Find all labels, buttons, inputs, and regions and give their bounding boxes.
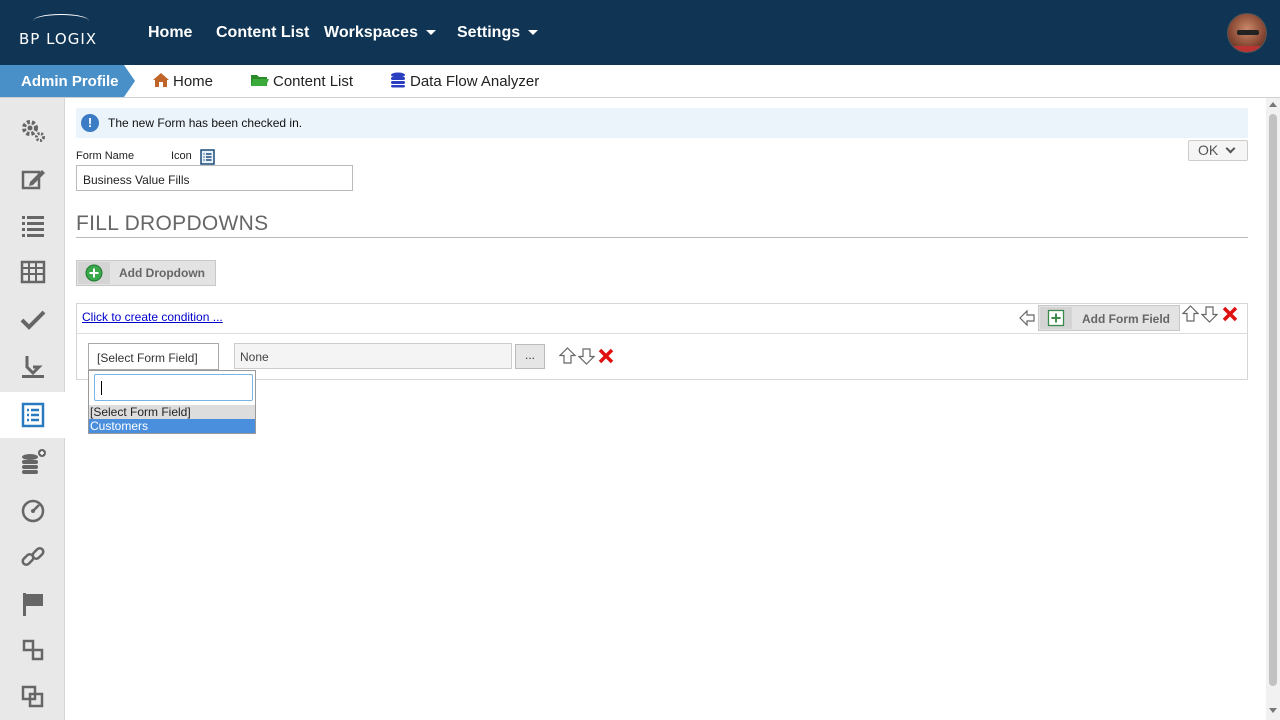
- value-field: None: [234, 343, 512, 369]
- nav-content-list[interactable]: Content List: [216, 24, 309, 42]
- chevron-down-icon: [1225, 143, 1236, 154]
- gears-icon: [21, 120, 45, 142]
- section-title: FILL DROPDOWNS: [76, 212, 269, 235]
- scrollbar-thumb[interactable]: [1269, 114, 1277, 686]
- vertical-scrollbar[interactable]: [1266, 98, 1280, 720]
- form-name-label: Form Name: [76, 150, 135, 162]
- sidebar-item-hierarchy[interactable]: [0, 627, 65, 673]
- sidebar-item-inbox[interactable]: [0, 344, 65, 390]
- sidebar-item-data-sources[interactable]: [0, 439, 65, 485]
- info-exclamation-icon: !: [81, 114, 99, 132]
- breadcrumb-bar: Admin Profile Home Content List Data Flo…: [0, 65, 1280, 98]
- plus-circle-icon: [78, 262, 110, 284]
- caret-down-icon: [528, 30, 539, 36]
- panel-divider: [77, 333, 1247, 334]
- admin-profile-tab[interactable]: Admin Profile: [0, 65, 135, 97]
- logo-text: BP LOGIX: [19, 30, 98, 48]
- bp-logix-logo[interactable]: BP LOGIX: [19, 14, 98, 48]
- breadcrumb-content-list[interactable]: Content List: [250, 72, 353, 90]
- dashboard-icon: [21, 499, 44, 523]
- create-condition-link[interactable]: Click to create condition ...: [82, 310, 223, 324]
- nav-home[interactable]: Home: [148, 24, 192, 42]
- form-name-input[interactable]: Business Value Fills: [76, 165, 353, 191]
- add-form-field-button[interactable]: Add Form Field: [1038, 305, 1180, 331]
- dropdown-search-input[interactable]: [94, 374, 253, 401]
- form-icon: [21, 402, 45, 428]
- dropdown-option[interactable]: Customers: [89, 419, 255, 433]
- copy-icon: [21, 685, 43, 708]
- sidebar-item-dashboard[interactable]: [0, 487, 65, 533]
- arrow-up-icon[interactable]: [559, 347, 576, 365]
- section-divider: [76, 237, 1248, 238]
- database-add-icon: [21, 449, 46, 474]
- sidebar-item-settings[interactable]: [0, 108, 65, 154]
- folder-icon: [251, 75, 269, 86]
- nav-settings-label: Settings: [457, 24, 521, 41]
- select-form-field[interactable]: [Select Form Field]: [88, 343, 219, 370]
- sidebar-item-table[interactable]: [0, 249, 65, 295]
- browse-button[interactable]: ...: [515, 344, 545, 369]
- sidebar-item-edit[interactable]: [0, 156, 65, 202]
- alert-message: The new Form has been checked in.: [108, 116, 303, 130]
- top-navigation-bar: BP LOGIX Home Content List Workspaces Se…: [0, 0, 1280, 65]
- add-dropdown-label: Add Dropdown: [119, 266, 205, 280]
- arrow-left-icon[interactable]: [1018, 309, 1036, 327]
- nav-settings[interactable]: Settings: [457, 24, 539, 42]
- plus-box-icon: [1040, 307, 1072, 329]
- flag-icon: [22, 593, 43, 616]
- breadcrumb-data-flow-analyzer-label: Data Flow Analyzer: [410, 73, 540, 90]
- breadcrumb-home[interactable]: Home: [152, 72, 213, 90]
- add-dropdown-button[interactable]: Add Dropdown: [76, 260, 216, 286]
- sidebar-item-flags[interactable]: [0, 581, 65, 627]
- scroll-up-arrow-icon[interactable]: [1269, 102, 1277, 107]
- download-tray-icon: [21, 356, 44, 378]
- breadcrumb-content-list-label: Content List: [273, 73, 354, 90]
- checkmark-icon: [20, 310, 45, 330]
- add-form-field-label: Add Form Field: [1082, 312, 1170, 326]
- arrow-up-icon[interactable]: [1182, 305, 1199, 323]
- list-icon: [21, 216, 44, 237]
- info-alert: ! The new Form has been checked in.: [76, 108, 1248, 138]
- hierarchy-icon: [22, 639, 43, 661]
- link-icon: [20, 546, 45, 567]
- sidebar-item-forms[interactable]: [0, 392, 66, 438]
- nav-workspaces-label: Workspaces: [324, 24, 418, 41]
- sidebar-item-approvals[interactable]: [0, 297, 65, 343]
- edit-icon: [21, 170, 45, 190]
- arrow-down-icon[interactable]: [1201, 305, 1218, 323]
- ok-button-label: OK: [1198, 142, 1219, 158]
- icon-label: Icon: [171, 150, 192, 162]
- table-icon: [20, 260, 45, 284]
- form-field-dropdown: [Select Form Field] Customers: [88, 370, 256, 434]
- breadcrumb-data-flow-analyzer[interactable]: Data Flow Analyzer: [389, 72, 539, 90]
- sidebar-item-links[interactable]: [0, 534, 65, 580]
- breadcrumb-home-label: Home: [173, 73, 214, 90]
- arrow-down-icon[interactable]: [578, 347, 595, 365]
- nav-workspaces[interactable]: Workspaces: [324, 24, 436, 42]
- form-list-icon[interactable]: [200, 149, 215, 165]
- user-avatar[interactable]: [1227, 13, 1267, 53]
- sidebar: [0, 98, 66, 720]
- delete-x-icon[interactable]: [598, 348, 614, 364]
- ok-button[interactable]: OK: [1188, 140, 1248, 161]
- home-icon: [153, 73, 169, 87]
- sidebar-item-copy[interactable]: [0, 674, 65, 720]
- dropdown-option[interactable]: [Select Form Field]: [89, 405, 255, 419]
- sidebar-item-list[interactable]: [0, 202, 65, 248]
- scroll-down-arrow-icon[interactable]: [1269, 708, 1277, 713]
- delete-x-icon[interactable]: [1222, 306, 1238, 322]
- caret-down-icon: [425, 30, 436, 36]
- database-icon: [391, 72, 405, 88]
